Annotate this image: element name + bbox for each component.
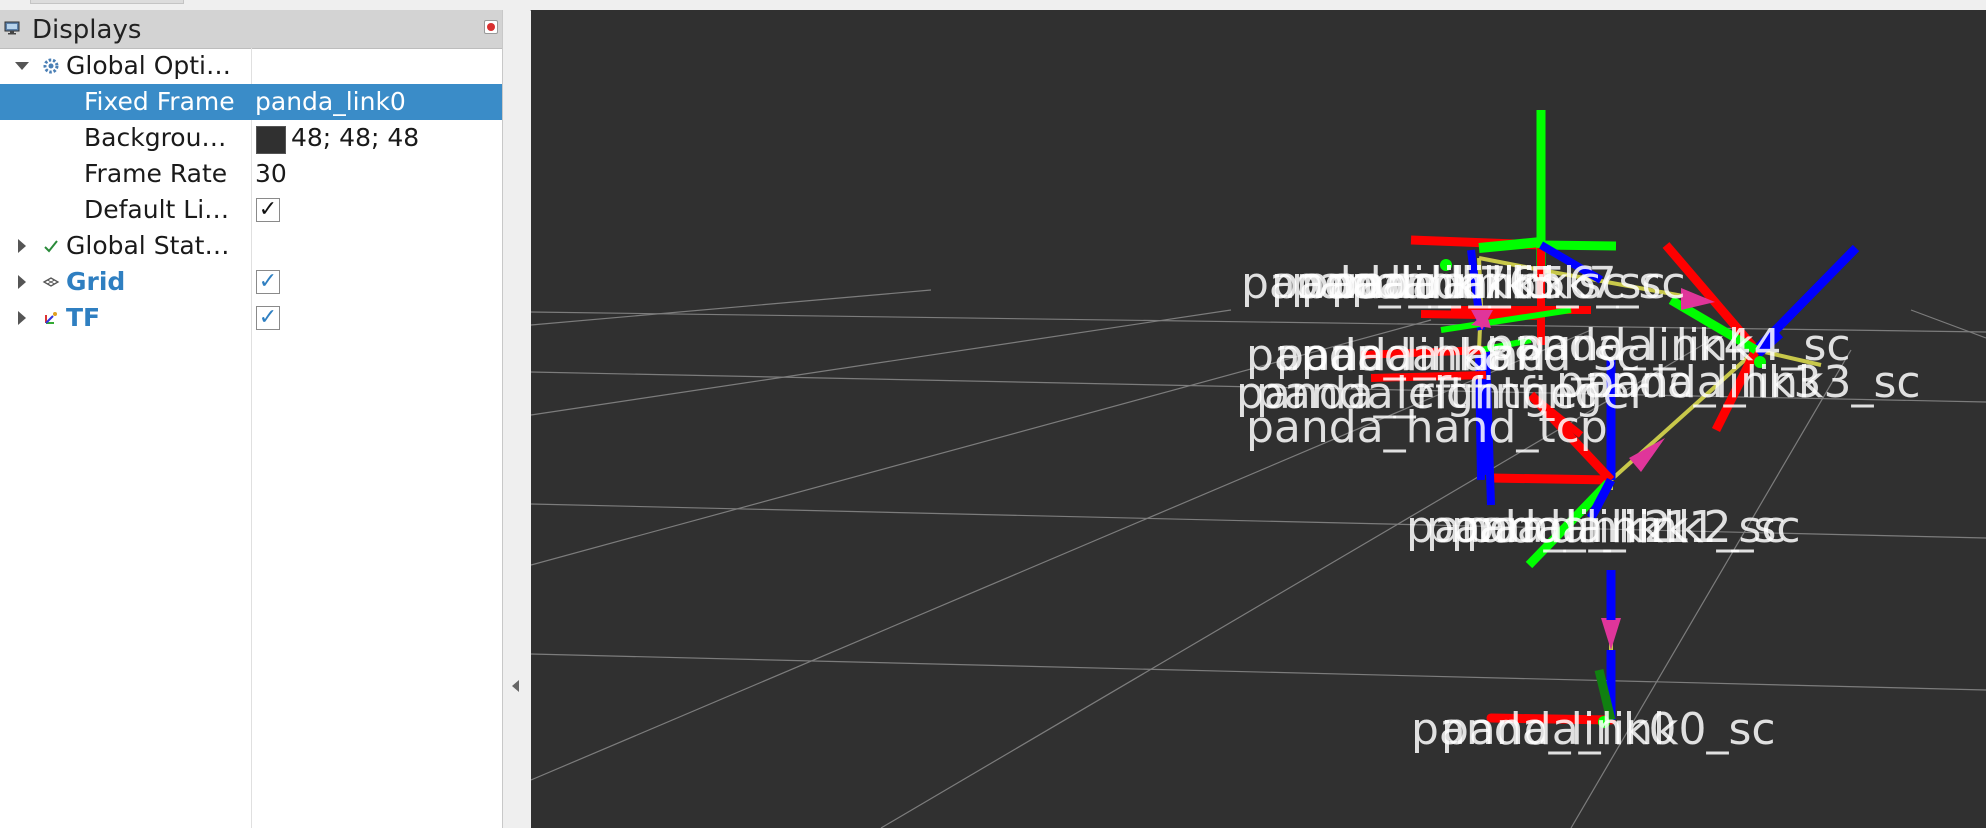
rviz-window: Displays Global Opti… Fixed Frame panda_…	[0, 0, 1986, 828]
close-icon[interactable]	[484, 20, 498, 34]
collapse-panel-arrow-icon[interactable]	[512, 680, 519, 692]
tree-item-label: Grid	[66, 267, 126, 296]
scene-svg: panda_link7panda_link6panda_link5_scpand…	[531, 110, 1986, 828]
gear-icon	[43, 58, 59, 74]
tf-frame-label: panda_hand_tcp	[1246, 402, 1608, 453]
tf-frame-label: panda_link2_sc	[1466, 502, 1801, 553]
displays-panel-header: Displays	[0, 10, 502, 49]
background-color-value[interactable]: 48; 48; 48	[291, 120, 419, 156]
tree-item-fixed-frame[interactable]: Fixed Frame panda_link0	[0, 84, 502, 120]
grid-icon	[42, 277, 60, 287]
default-light-checkbox[interactable]: ✓	[256, 198, 280, 222]
tree-item-grid[interactable]: Grid ✓	[0, 264, 502, 300]
collapse-arrow-icon[interactable]	[12, 48, 32, 84]
tree-item-label: Global Opti…	[66, 51, 231, 80]
expand-arrow-icon[interactable]	[12, 228, 32, 264]
tree-item-default-light[interactable]: Default Li… ✓	[0, 192, 502, 228]
tf-frame-label: panda_link3_sc	[1586, 357, 1921, 408]
tf-frame-panda-link5-link7	[1410, 110, 1617, 345]
toolbar-tab[interactable]	[30, 0, 184, 4]
tree-item-label: TF	[66, 303, 101, 332]
tree-item-tf[interactable]: TF ✓	[0, 300, 502, 336]
frame-rate-value[interactable]: 30	[255, 156, 287, 192]
tree-item-frame-rate[interactable]: Frame Rate 30	[0, 156, 502, 192]
checkmark-icon	[44, 240, 58, 253]
render-viewport[interactable]: panda_link7 panda_link6 panda_link5_sc pand…	[531, 10, 1986, 828]
tf-icon	[45, 312, 57, 324]
color-swatch[interactable]	[256, 126, 286, 154]
tree-item-global-status[interactable]: Global Stat…	[0, 228, 502, 264]
fixed-frame-value[interactable]: panda_link0	[255, 84, 406, 120]
tree-item-label: Default Li…	[84, 195, 230, 224]
tree-item-label: Fixed Frame	[84, 87, 235, 116]
tf-frame-label: panda_link7_sc	[1351, 258, 1686, 309]
tree-item-background[interactable]: Backgrou… 48; 48; 48	[0, 120, 502, 156]
grid-checkbox[interactable]: ✓	[256, 270, 280, 294]
panel-splitter[interactable]	[503, 10, 530, 828]
tf-frame-label: panda_link0_sc	[1441, 704, 1776, 755]
panel-title: Displays	[32, 15, 142, 45]
expand-arrow-icon[interactable]	[12, 300, 32, 336]
tree-item-global-options[interactable]: Global Opti…	[0, 48, 502, 84]
expand-arrow-icon[interactable]	[12, 264, 32, 300]
tf-checkbox[interactable]: ✓	[256, 306, 280, 330]
tree-item-label: Global Stat…	[66, 231, 230, 260]
tree-item-label: Frame Rate	[84, 159, 228, 188]
displays-panel: Displays Global Opti… Fixed Frame panda_…	[0, 10, 503, 828]
monitor-icon	[4, 21, 20, 35]
tree-item-label: Backgrou…	[84, 123, 227, 152]
